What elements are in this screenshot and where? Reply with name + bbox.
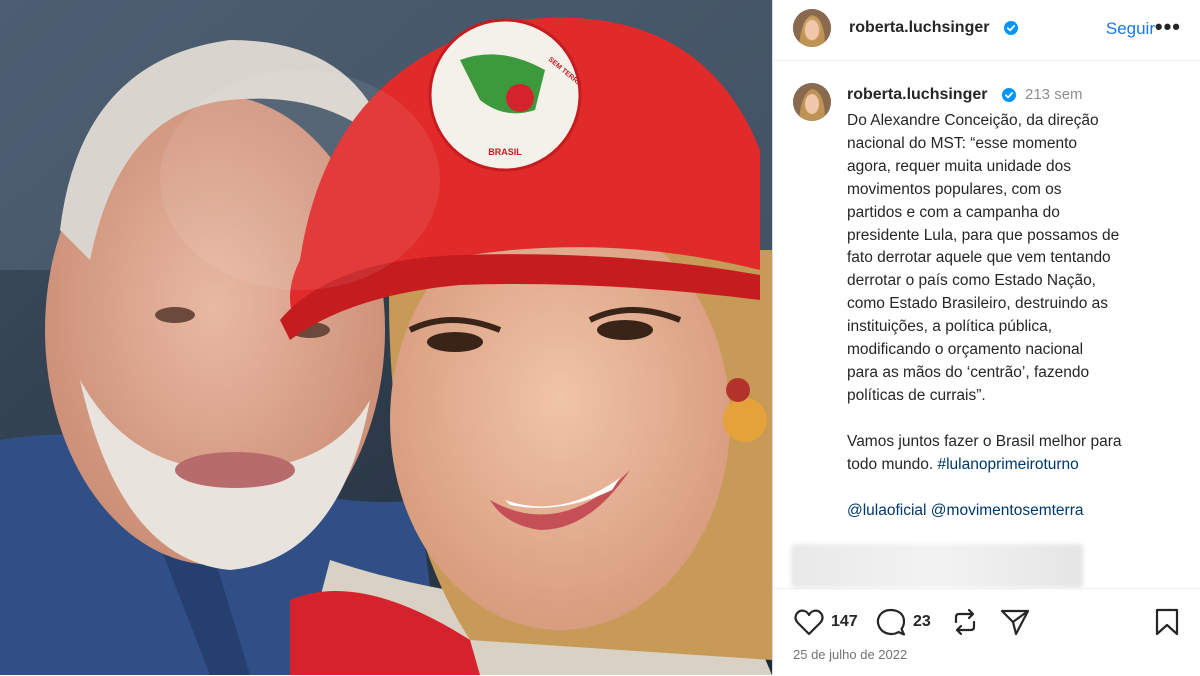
caption-closing-line: todo mundo. #lulanoprimeiroturno — [847, 454, 1177, 477]
save-bookmark-icon[interactable] — [1154, 607, 1180, 637]
verified-badge-icon — [1004, 21, 1018, 35]
post-date: 25 de julho de 2022 — [793, 647, 908, 662]
caption-line: Do Alexandre Conceição, da direção — [847, 112, 1099, 129]
caption-line: partidos e com a campanha do — [847, 203, 1060, 221]
caption-line: instituições, a política pública, — [847, 318, 1053, 336]
hashtag-link[interactable]: #lulanoprimeiroturno — [937, 456, 1078, 473]
caption-spacer — [847, 408, 1177, 431]
repost-icon[interactable] — [950, 607, 980, 637]
comments-count[interactable]: 23 — [913, 613, 931, 631]
caption-line: nacional do MST: “esse momento — [847, 134, 1078, 152]
caption-line: movimentos populares, com os — [847, 180, 1062, 198]
blurred-comment — [791, 544, 1083, 588]
post-caption: Do Alexandre Conceição, da direção nacio… — [847, 110, 1177, 476]
caption-line: políticas de currais”. — [847, 386, 986, 404]
like-heart-icon[interactable] — [793, 607, 825, 637]
more-options-icon[interactable]: ••• — [1155, 14, 1181, 40]
avatar-image — [793, 9, 831, 47]
caption-author-avatar[interactable] — [793, 83, 831, 121]
header-username[interactable]: roberta.luchsinger — [849, 19, 989, 37]
verified-badge-icon — [1002, 88, 1016, 102]
caption-username[interactable]: roberta.luchsinger — [847, 86, 987, 104]
caption-line: fato derrotar aquele que vem tentando — [847, 249, 1111, 267]
post-time-ago[interactable]: 213 sem — [1025, 86, 1083, 103]
caption-line: agora, requer muita unidade dos — [847, 157, 1072, 175]
caption-line: presidente Lula, para que possamos de — [847, 226, 1120, 244]
comment-icon[interactable] — [875, 607, 907, 637]
mentions-links[interactable]: @lulaoficial @movimentosemterra — [847, 502, 1084, 520]
author-avatar[interactable] — [793, 9, 831, 47]
cap-badge-bottom-text: BRASIL — [488, 147, 522, 157]
caption-closing-text: todo mundo. — [847, 455, 938, 473]
caption-line: derrotar o país como Estado Nação, — [847, 272, 1096, 290]
caption-line: para as mãos do ‘centrão’, fazendo — [847, 363, 1090, 381]
selfie-image: BRASIL SEM TERRA — [0, 0, 772, 675]
caption-line: como Estado Brasileiro, destruindo as — [847, 295, 1109, 313]
likes-count[interactable]: 147 — [831, 613, 858, 631]
post-side-panel: roberta.luchsinger Seguir ••• roberta.lu… — [772, 0, 1200, 675]
follow-button[interactable]: Seguir — [1106, 19, 1155, 39]
caption-closing-line: Vamos juntos fazer o Brasil melhor para — [847, 432, 1122, 450]
share-send-icon[interactable] — [999, 607, 1031, 637]
caption-line: modificando o orçamento nacional — [847, 341, 1084, 359]
post-header: roberta.luchsinger Seguir ••• — [773, 0, 1200, 61]
post-photo[interactable]: BRASIL SEM TERRA — [0, 0, 772, 675]
post-actions-bar: 147 23 25 de julho de 2022 — [773, 588, 1200, 676]
avatar-image — [793, 83, 831, 121]
